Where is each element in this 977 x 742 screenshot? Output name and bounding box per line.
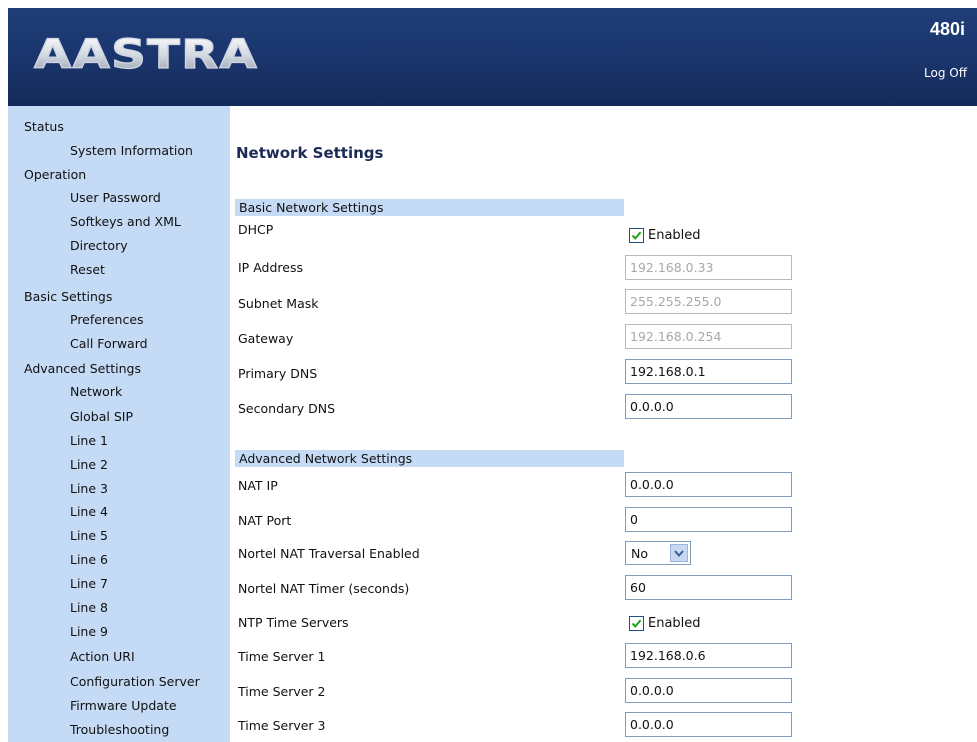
nav-system-information[interactable]: System Information: [70, 143, 193, 158]
nav-preferences[interactable]: Preferences: [70, 312, 144, 327]
log-off-link[interactable]: Log Off: [924, 66, 967, 80]
ip-address-label: IP Address: [238, 260, 303, 275]
nav-troubleshooting[interactable]: Troubleshooting: [70, 722, 169, 737]
section-basic-network: Basic Network Settings: [235, 199, 624, 216]
ntp-checkbox-group[interactable]: Enabled: [629, 616, 701, 631]
nat-port-label: NAT Port: [238, 513, 292, 528]
time-server-3-field[interactable]: [625, 712, 792, 737]
nav-action-uri[interactable]: Action URI: [70, 649, 135, 664]
nav-line-9[interactable]: Line 9: [70, 624, 108, 639]
aastra-logo: AASTRA: [33, 31, 258, 78]
brand-text: AASTRA: [34, 32, 258, 78]
nortel-nat-traversal-value: No: [631, 545, 648, 561]
nat-ip-label: NAT IP: [238, 478, 278, 493]
gateway-field[interactable]: [625, 324, 792, 349]
nav-global-sip[interactable]: Global SIP: [70, 409, 133, 424]
subnet-mask-field[interactable]: [625, 289, 792, 314]
nav-line-6[interactable]: Line 6: [70, 552, 108, 567]
nav-directory[interactable]: Directory: [70, 238, 128, 253]
nav-status[interactable]: Status: [24, 119, 64, 134]
model-label: 480i: [929, 19, 965, 39]
nav-operation[interactable]: Operation: [24, 167, 86, 182]
primary-dns-field[interactable]: [625, 359, 792, 384]
ntp-checkbox[interactable]: [629, 616, 644, 631]
primary-dns-label: Primary DNS: [238, 366, 318, 381]
nav-line-8[interactable]: Line 8: [70, 600, 108, 615]
time-server-3-label: Time Server 3: [238, 718, 326, 733]
time-server-1-label: Time Server 1: [238, 649, 326, 664]
nav-advanced-settings[interactable]: Advanced Settings: [24, 361, 141, 376]
secondary-dns-label: Secondary DNS: [238, 401, 336, 416]
section-advanced-network: Advanced Network Settings: [235, 450, 624, 467]
nav-network[interactable]: Network: [70, 384, 122, 399]
nav-line-7[interactable]: Line 7: [70, 576, 108, 591]
ip-address-field[interactable]: [625, 255, 792, 280]
ntp-time-servers-label: NTP Time Servers: [238, 615, 349, 630]
nat-port-field[interactable]: [625, 507, 792, 532]
secondary-dns-field[interactable]: [625, 394, 792, 419]
nav-line-4[interactable]: Line 4: [70, 504, 108, 519]
ntp-enabled-label: Enabled: [648, 616, 701, 631]
nav-line-2[interactable]: Line 2: [70, 457, 108, 472]
nav-line-3[interactable]: Line 3: [70, 481, 108, 496]
nat-ip-field[interactable]: [625, 472, 792, 497]
nav-user-password[interactable]: User Password: [70, 190, 161, 205]
header-banner: AASTRA 480i Log Off: [8, 8, 977, 106]
time-server-2-field[interactable]: [625, 678, 792, 703]
nav-firmware-update[interactable]: Firmware Update: [70, 698, 177, 713]
chevron-down-icon[interactable]: [670, 544, 688, 562]
dhcp-checkbox[interactable]: [629, 228, 644, 243]
dhcp-label: DHCP: [238, 222, 274, 237]
main-content: Network Settings Basic Network Settings …: [233, 106, 977, 742]
gateway-label: Gateway: [238, 331, 294, 346]
nortel-nat-traversal-select[interactable]: No: [625, 541, 691, 565]
subnet-mask-label: Subnet Mask: [238, 296, 319, 311]
checkmark-icon: [631, 231, 642, 240]
nav-line-5[interactable]: Line 5: [70, 528, 108, 543]
nav-line-1[interactable]: Line 1: [70, 433, 108, 448]
checkmark-icon: [631, 619, 642, 628]
dhcp-enabled-label: Enabled: [648, 228, 701, 243]
dhcp-checkbox-group[interactable]: Enabled: [629, 228, 701, 243]
nav-softkeys-and-xml[interactable]: Softkeys and XML: [70, 214, 181, 229]
nav-configuration-server[interactable]: Configuration Server: [70, 674, 200, 689]
nav-basic-settings[interactable]: Basic Settings: [24, 289, 112, 304]
nortel-nat-timer-label: Nortel NAT Timer (seconds): [238, 581, 410, 596]
page-title: Network Settings: [236, 144, 384, 162]
time-server-2-label: Time Server 2: [238, 684, 326, 699]
nav-reset[interactable]: Reset: [70, 262, 105, 277]
nortel-nat-timer-field[interactable]: [625, 575, 792, 600]
sidebar-nav: Status System Information Operation User…: [8, 106, 230, 742]
nav-call-forward[interactable]: Call Forward: [70, 336, 148, 351]
nortel-nat-traversal-label: Nortel NAT Traversal Enabled: [238, 546, 420, 561]
time-server-1-field[interactable]: [625, 643, 792, 668]
